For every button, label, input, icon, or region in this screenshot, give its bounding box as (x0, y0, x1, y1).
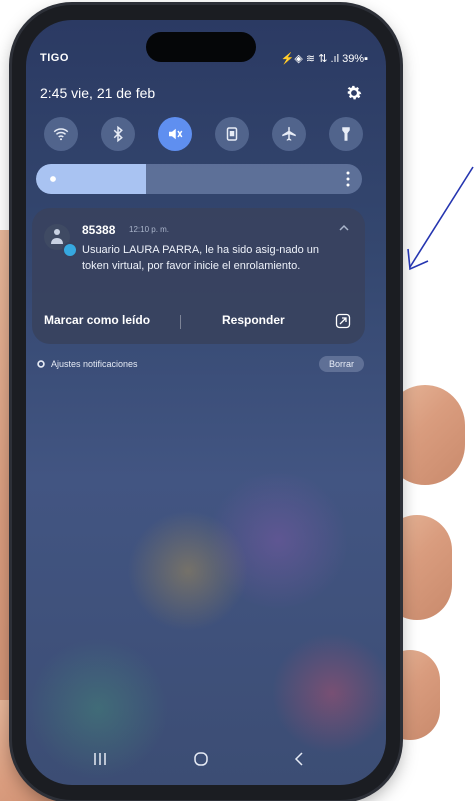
back-button[interactable] (288, 747, 312, 771)
reply-button[interactable]: Responder (222, 313, 285, 327)
settings-gear-icon[interactable] (344, 83, 364, 103)
datetime-row: 2:45 vie, 21 de feb (40, 83, 364, 107)
recents-button[interactable] (88, 747, 112, 771)
brightness-slider[interactable] (36, 164, 362, 194)
wifi-toggle[interactable] (44, 117, 78, 151)
notification-time: 12:10 p. m. (129, 225, 170, 234)
airplane-icon (282, 126, 296, 141)
clear-button[interactable]: Borrar (318, 356, 364, 372)
home-icon (194, 752, 208, 766)
quick-toggles (38, 117, 368, 153)
chevron-up-icon[interactable] (339, 223, 349, 233)
notification-settings-link[interactable]: Ajustes notificaciones (51, 359, 138, 369)
person-icon (51, 229, 63, 244)
photo-stage: TIGO ⚡◈ ≋ ⇅ .ıl 39%▪ 2:45 vie, 21 de feb (0, 0, 475, 801)
annotation-arrow-icon (407, 166, 474, 271)
bluetooth-toggle[interactable] (101, 117, 135, 151)
flashlight-icon (342, 127, 350, 141)
sun-icon (50, 176, 56, 182)
home-button[interactable] (189, 747, 213, 771)
flashlight-toggle[interactable] (329, 117, 363, 151)
wifi-icon (53, 128, 69, 141)
more-options-icon[interactable] (346, 171, 350, 187)
open-app-icon[interactable] (335, 313, 351, 329)
screen-icon (226, 127, 238, 141)
back-icon (294, 752, 303, 766)
navigation-bar (26, 747, 386, 771)
carrier-name: TIGO (40, 52, 69, 64)
sound-mute-icon (169, 128, 183, 140)
message-app-badge-icon (62, 242, 78, 258)
notification-footer: Ajustes notificaciones Borrar (36, 356, 364, 376)
recents-icon (94, 753, 106, 765)
phone-screen: TIGO ⚡◈ ≋ ⇅ .ıl 39%▪ 2:45 vie, 21 de feb (26, 20, 386, 785)
date-time: 2:45 vie, 21 de feb (40, 85, 156, 101)
action-divider (180, 315, 181, 329)
gear-icon (37, 360, 45, 368)
bluetooth-icon (113, 125, 123, 143)
notification-actions: Marcar como leído Responder (32, 313, 365, 333)
airplane-toggle[interactable] (272, 117, 306, 151)
sender-avatar (44, 224, 78, 258)
sound-toggle[interactable] (158, 117, 192, 151)
status-bar: TIGO ⚡◈ ≋ ⇅ .ıl 39%▪ (40, 50, 368, 70)
status-indicators: ⚡◈ ≋ ⇅ .ıl 39%▪ (280, 53, 368, 65)
mark-as-read-button[interactable]: Marcar como leído (44, 313, 150, 327)
notification-sender: 85388 (82, 223, 116, 237)
notification-message: Usuario LAURA PARRA, le ha sido asig-nad… (82, 244, 320, 272)
notification-card[interactable]: 85388 12:10 p. m. Usuario LAURA PARRA, l… (32, 208, 365, 344)
screen-toggle[interactable] (215, 117, 249, 151)
